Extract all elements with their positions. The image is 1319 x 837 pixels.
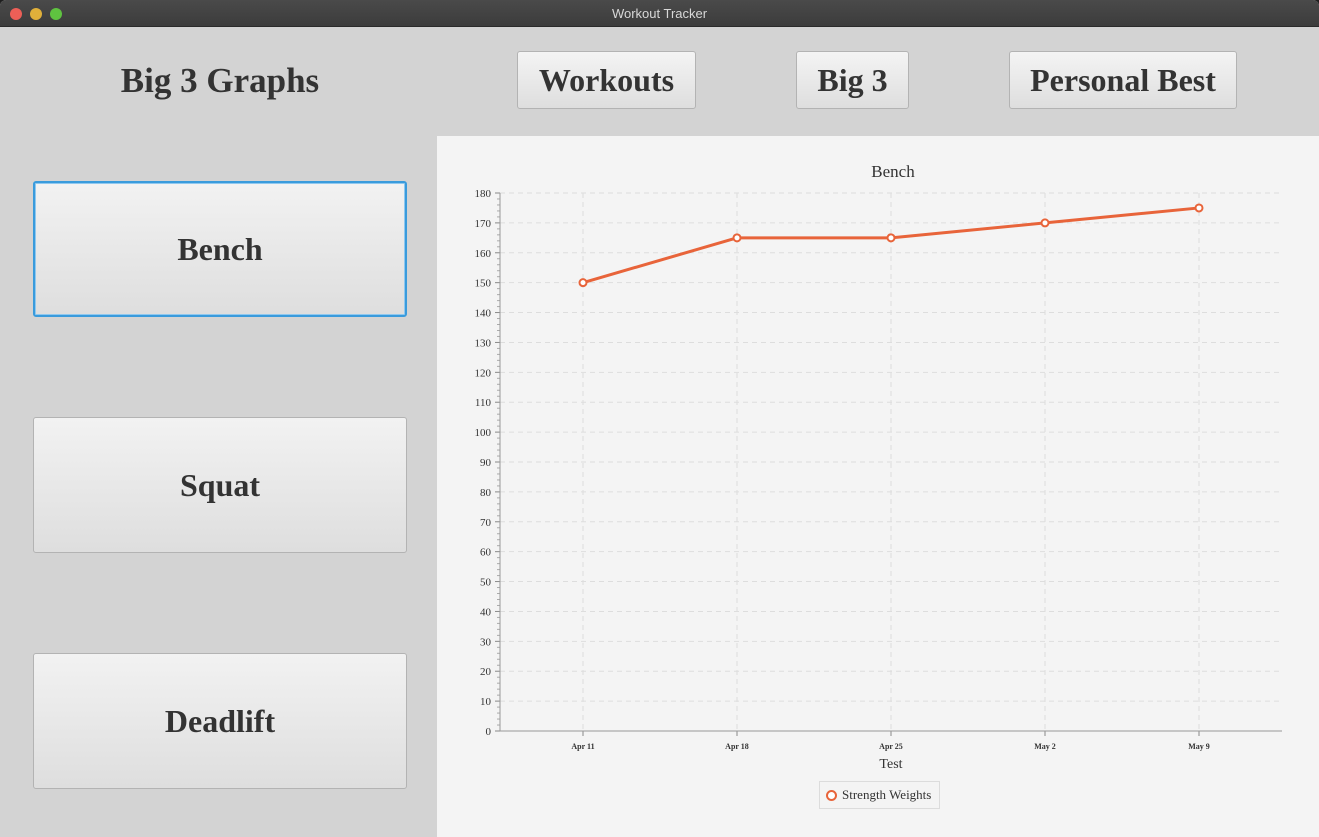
legend-marker-icon [826,789,837,801]
data-point [1040,218,1050,228]
series-line [582,206,1200,285]
data-point [732,233,742,243]
deadlift-button[interactable]: Deadlift [33,653,407,789]
page-title: Big 3 Graphs [120,61,320,100]
bench-button[interactable]: Bench [33,181,407,317]
y-tick-label: 100 [475,427,492,439]
data-point [1194,203,1204,213]
y-tick-label: 60 [480,547,492,559]
chart-panel: Bench 0 10 20 30 40 50 60 70 80 90 100 110 120 130 140 1… [437,136,1319,837]
app-window: Workout Tracker Big 3 Graphs Workouts Bi… [0,0,1319,837]
main-content: Big 3 Graphs Workouts Big 3 Personal Bes… [0,27,1319,837]
y-tick-label: 170 [475,218,492,230]
y-tick-label: 20 [480,666,492,678]
x-tick-label: May 9 [1188,742,1210,751]
window-title: Workout Tracker [611,6,708,21]
chart-legend: Strength Weights [819,781,941,809]
x-tick-label: May 2 [1034,742,1056,751]
y-tick-label: 40 [480,606,492,618]
y-tick-label: 130 [475,337,492,349]
x-tick-label: Apr 25 [879,742,903,751]
y-tick-label: 160 [475,248,492,260]
x-tick-label: Apr 11 [571,742,594,751]
legend-label: Strength Weights [842,787,932,802]
line-chart: Bench 0 10 20 30 40 50 60 70 80 90 100 110 120 130 140 1… [475,162,1282,772]
x-axis-label: Test [879,757,902,772]
x-tick-label: Apr 18 [725,742,749,751]
data-point [578,278,588,288]
y-tick-label: 70 [480,517,492,529]
y-tick-label: 30 [480,636,492,648]
squat-button[interactable]: Squat [33,417,407,553]
y-tick-label: 0 [486,726,492,738]
personal-best-button[interactable]: Personal Best [1009,51,1237,109]
chart-title: Bench [871,162,915,181]
y-tick-label: 180 [475,188,492,200]
y-tick-label: 140 [475,308,492,320]
y-tick-label: 50 [480,577,492,589]
y-tick-label: 120 [475,367,492,379]
y-tick-label: 110 [475,397,492,409]
big3-button[interactable]: Big 3 [796,51,909,109]
workouts-button[interactable]: Workouts [517,51,696,109]
y-tick-label: 10 [480,696,492,708]
y-tick-label: 90 [480,457,492,469]
y-tick-label: 80 [480,487,492,499]
data-point [886,233,896,243]
title-bar: Workout Tracker [0,0,1319,27]
y-tick-label: 150 [475,278,492,290]
